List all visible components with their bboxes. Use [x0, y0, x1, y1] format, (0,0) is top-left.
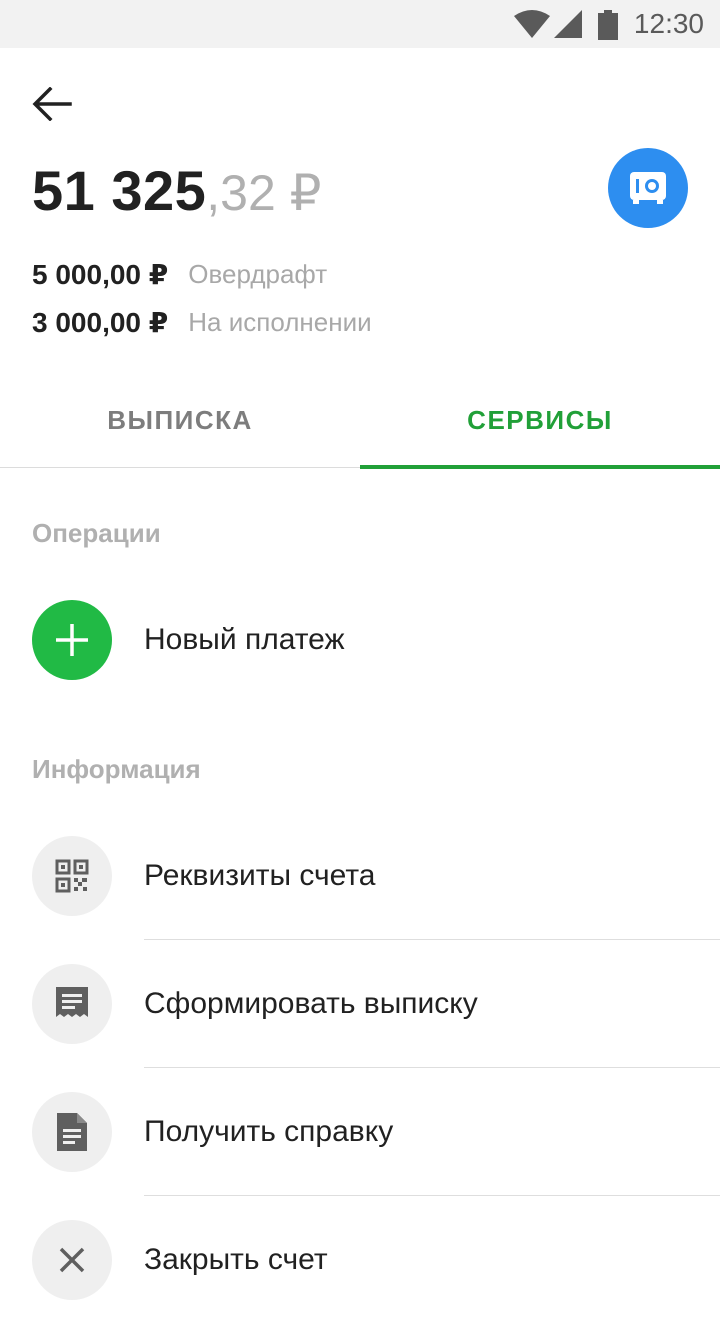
signal-icon	[554, 10, 582, 38]
battery-icon	[598, 10, 618, 40]
receipt-icon	[56, 987, 88, 1017]
balance-fraction: ,32 ₽	[206, 165, 322, 221]
tab-services[interactable]: СЕРВИСЫ	[360, 372, 720, 468]
generate-statement-item[interactable]: Сформировать выписку	[0, 940, 720, 1068]
pending-amount: 3 000,00 ₽	[32, 306, 169, 338]
get-certificate-label: Получить справку	[144, 1115, 394, 1148]
close-icon	[59, 1247, 85, 1273]
pending-row: 3 000,00 ₽ На исполнении	[32, 304, 372, 340]
back-button[interactable]	[24, 80, 80, 128]
generate-statement-icon-circle	[32, 964, 112, 1044]
overdraft-amount: 5 000,00 ₽	[32, 258, 169, 290]
close-account-label: Закрыть счет	[144, 1243, 328, 1276]
get-certificate-item[interactable]: Получить справку	[0, 1068, 720, 1196]
get-certificate-icon-circle	[32, 1092, 112, 1172]
status-time: 12:30	[633, 8, 704, 39]
new-payment-icon-circle	[32, 600, 112, 680]
account-balance: 51 325 ,32 ₽	[32, 158, 322, 224]
qr-code-icon	[55, 859, 89, 893]
account-details-item[interactable]: Реквизиты счета	[0, 812, 720, 940]
document-icon	[57, 1113, 87, 1151]
close-account-icon-circle	[32, 1220, 112, 1300]
tab-statement[interactable]: ВЫПИСКА	[0, 372, 360, 468]
safe-icon	[630, 172, 666, 204]
close-account-item[interactable]: Закрыть счет	[0, 1196, 720, 1324]
status-bar: 12:30	[0, 0, 720, 48]
overdraft-row: 5 000,00 ₽ Овердрафт	[32, 256, 327, 292]
overdraft-label: Овердрафт	[188, 258, 328, 289]
safe-button[interactable]	[608, 148, 688, 228]
section-title-operations: Операции	[32, 518, 161, 548]
new-payment-label: Новый платеж	[144, 623, 345, 656]
generate-statement-label: Сформировать выписку	[144, 987, 478, 1020]
balance-integer: 51 325	[32, 159, 207, 222]
new-payment-item[interactable]: Новый платеж	[0, 576, 720, 704]
arrow-left-icon	[32, 87, 72, 121]
section-title-information: Информация	[32, 754, 201, 784]
plus-icon	[56, 624, 88, 656]
account-details-icon-circle	[32, 836, 112, 916]
account-details-label: Реквизиты счета	[144, 859, 376, 892]
pending-label: На исполнении	[188, 306, 372, 337]
tab-bar: ВЫПИСКА СЕРВИСЫ	[0, 372, 720, 469]
wifi-icon	[514, 10, 550, 38]
active-tab-indicator	[360, 465, 720, 469]
